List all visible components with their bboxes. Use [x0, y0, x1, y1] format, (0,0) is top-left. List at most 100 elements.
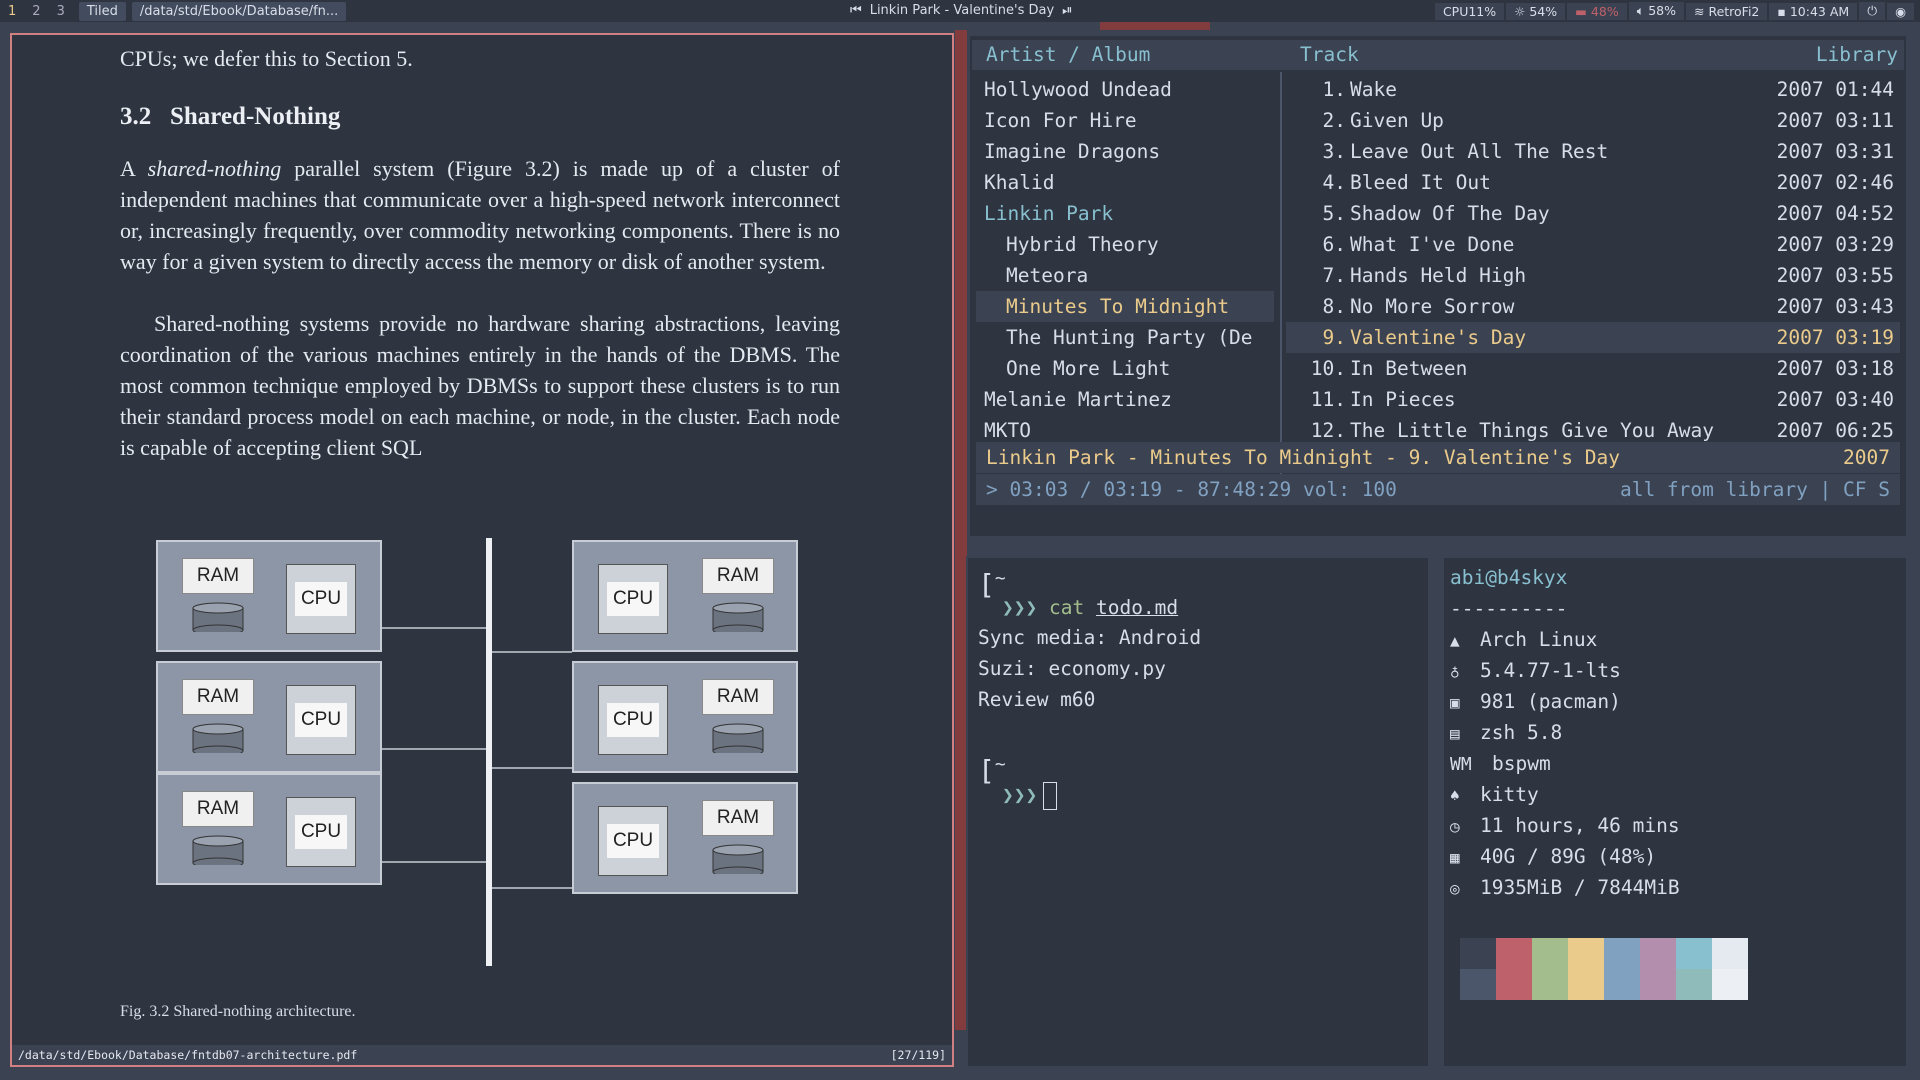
track-row[interactable]: 5. Shadow Of The Day 2007 04:52: [1286, 198, 1900, 229]
terminal-window[interactable]: [~ ❯❯❯ cat todo.md Sync media: Android S…: [966, 556, 1430, 1068]
battery-icon: ▬: [1575, 3, 1591, 19]
disk-icon: [192, 835, 244, 865]
cpu-box: CPU: [286, 564, 356, 634]
track-row[interactable]: 9. Valentine's Day 2007 03:19: [1286, 322, 1900, 353]
pdf-viewer-window[interactable]: CPUs; we defer this to Section 5. 3.2 Sh…: [10, 33, 954, 1067]
artist-album-header: Artist / Album: [986, 43, 1151, 66]
cpu-indicator: CPU11%: [1434, 2, 1505, 20]
wifi-indicator[interactable]: ≋ RetroFi2: [1686, 2, 1768, 20]
volume-value: 58%: [1648, 3, 1676, 18]
track-row[interactable]: 10. In Between 2007 03:18: [1286, 353, 1900, 384]
track-row[interactable]: 6. What I've Done 2007 03:29: [1286, 229, 1900, 260]
workspace-1[interactable]: 1: [0, 4, 24, 19]
track-year-duration: 2007 03:40: [1776, 388, 1894, 411]
track-row[interactable]: 7. Hands Held High 2007 03:55: [1286, 260, 1900, 291]
track-row[interactable]: 2. Given Up 2007 03:11: [1286, 105, 1900, 136]
player-progress-line: > 03:03 / 03:19 - 87:48:29 vol: 100 all …: [976, 474, 1900, 505]
track-title: In Pieces: [1350, 388, 1456, 411]
artist-list-item[interactable]: Meteora: [976, 260, 1274, 291]
color-swatch: [1712, 938, 1748, 1000]
artist-list-item[interactable]: Icon For Hire: [976, 105, 1274, 136]
workspace-2[interactable]: 2: [24, 4, 48, 19]
power-icon[interactable]: ⏻: [1859, 2, 1886, 20]
disk-icon: [712, 602, 764, 632]
info-row: ♁ 5.4.77-1-lts: [1450, 659, 1621, 682]
info-row: WM bspwm: [1450, 752, 1551, 775]
artist-list-item[interactable]: Hybrid Theory: [976, 229, 1274, 260]
now-playing-title: Linkin Park - Valentine's Day: [869, 3, 1055, 18]
artist-list-item[interactable]: Linkin Park: [976, 198, 1274, 229]
music-player-window[interactable]: Artist / Album Track Library Hollywood U…: [970, 36, 1906, 536]
track-title: Hands Held High: [1350, 264, 1527, 287]
input-line[interactable]: ❯❯❯: [1002, 782, 1058, 810]
track-row[interactable]: 3. Leave Out All The Rest 2007 03:31: [1286, 136, 1900, 167]
artist-list-item[interactable]: Minutes To Midnight: [976, 291, 1274, 322]
discord-icon[interactable]: ◉: [1887, 2, 1914, 20]
artist-list-item[interactable]: One More Light: [976, 353, 1274, 384]
window-title: /data/std/Ebook/Database/fn...: [131, 1, 347, 21]
cat-icon: ♠: [1450, 786, 1460, 805]
cpu-label: CPU: [295, 703, 347, 737]
info-row: ♠ kitty: [1450, 783, 1539, 806]
pdf-page[interactable]: CPUs; we defer this to Section 5. 3.2 Sh…: [12, 35, 952, 1045]
info-value: 11 hours, 46 mins: [1480, 814, 1680, 837]
info-row: ▣ 981 (pacman): [1450, 690, 1621, 713]
ram-label: RAM: [182, 679, 254, 715]
playback-position: > 03:03 / 03:19 - 87:48:29 vol: 100: [986, 478, 1397, 501]
previous-track-icon[interactable]: ⏮: [850, 3, 862, 18]
tux-icon: ♁: [1450, 662, 1460, 681]
cpu-label: CPU: [607, 824, 659, 858]
cpu-label: CPU: [607, 703, 659, 737]
artist-list-item[interactable]: Hollywood Undead: [976, 74, 1274, 105]
play-pause-icon[interactable]: ⏯: [1062, 3, 1072, 18]
output-line: Review m60: [978, 688, 1096, 711]
user-host: abi@b4skyx: [1450, 566, 1568, 589]
artist-list-item[interactable]: Melanie Martinez: [976, 384, 1274, 415]
library-header: Library: [1815, 43, 1898, 66]
track-row[interactable]: 4. Bleed It Out 2007 02:46: [1286, 167, 1900, 198]
brightness-icon: ☼: [1514, 3, 1530, 19]
info-row: ▤ zsh 5.8: [1450, 721, 1562, 744]
track-title: Wake: [1350, 78, 1397, 101]
battery-value: 48%: [1590, 3, 1619, 19]
color-swatch: [1532, 938, 1568, 1000]
cluster-node: RAM CPU: [572, 661, 798, 773]
cpu-box: CPU: [598, 685, 668, 755]
battery-indicator: ▬ 48%: [1567, 2, 1627, 20]
top-bar: 1 2 3 Tiled /data/std/Ebook/Database/fn.…: [0, 0, 1920, 22]
cpu-label: CPU: [295, 815, 347, 849]
info-value: zsh 5.8: [1480, 721, 1563, 744]
layout-indicator[interactable]: Tiled: [78, 1, 126, 21]
artist-list-item[interactable]: Khalid: [976, 167, 1274, 198]
workspace-3[interactable]: 3: [49, 4, 73, 19]
artist-list-item[interactable]: Imagine Dragons: [976, 136, 1274, 167]
system-info-window[interactable]: abi@b4skyx ---------- ▲ Arch Linux ♁ 5.4.77…: [1442, 556, 1908, 1068]
track-number: 4.: [1322, 171, 1346, 194]
track-header: Track: [1300, 43, 1359, 66]
info-value: 981 (pacman): [1480, 690, 1621, 713]
info-value: Arch Linux: [1480, 628, 1598, 651]
pdf-page-counter: [27/119]: [890, 1048, 946, 1062]
clock: ▪ 10:43 AM: [1769, 2, 1858, 20]
cluster-node: RAM CPU: [156, 773, 382, 885]
volume-indicator[interactable]: 🔈︎ 58%: [1628, 2, 1684, 20]
track-year-duration: 2007 03:18: [1776, 357, 1894, 380]
track-row[interactable]: 11. In Pieces 2007 03:40: [1286, 384, 1900, 415]
output-line: Sync media: Android: [978, 626, 1202, 649]
pdf-file-path: /data/std/Ebook/Database/fntdb07-archite…: [18, 1048, 358, 1062]
arch-icon: ▲: [1450, 631, 1460, 650]
track-row[interactable]: 1. Wake 2007 01:44: [1286, 74, 1900, 105]
track-number: 3.: [1322, 140, 1346, 163]
track-row[interactable]: 8. No More Sorrow 2007 03:43: [1286, 291, 1900, 322]
track-number: 6.: [1322, 233, 1346, 256]
prompt-dir: ~: [994, 568, 1006, 589]
info-row: ▦ 40G / 89G (48%): [1450, 845, 1656, 868]
pane-divider: [1280, 72, 1282, 480]
info-row: ▲ Arch Linux: [1450, 628, 1597, 651]
disk-icon: ▦: [1450, 848, 1460, 867]
track-title: Shadow Of The Day: [1350, 202, 1550, 225]
cpu-label: CPU: [295, 582, 347, 616]
brightness-indicator: ☼ 54%: [1506, 2, 1566, 20]
artist-list-item[interactable]: The Hunting Party (De: [976, 322, 1274, 353]
track-year-duration: 2007 02:46: [1776, 171, 1894, 194]
